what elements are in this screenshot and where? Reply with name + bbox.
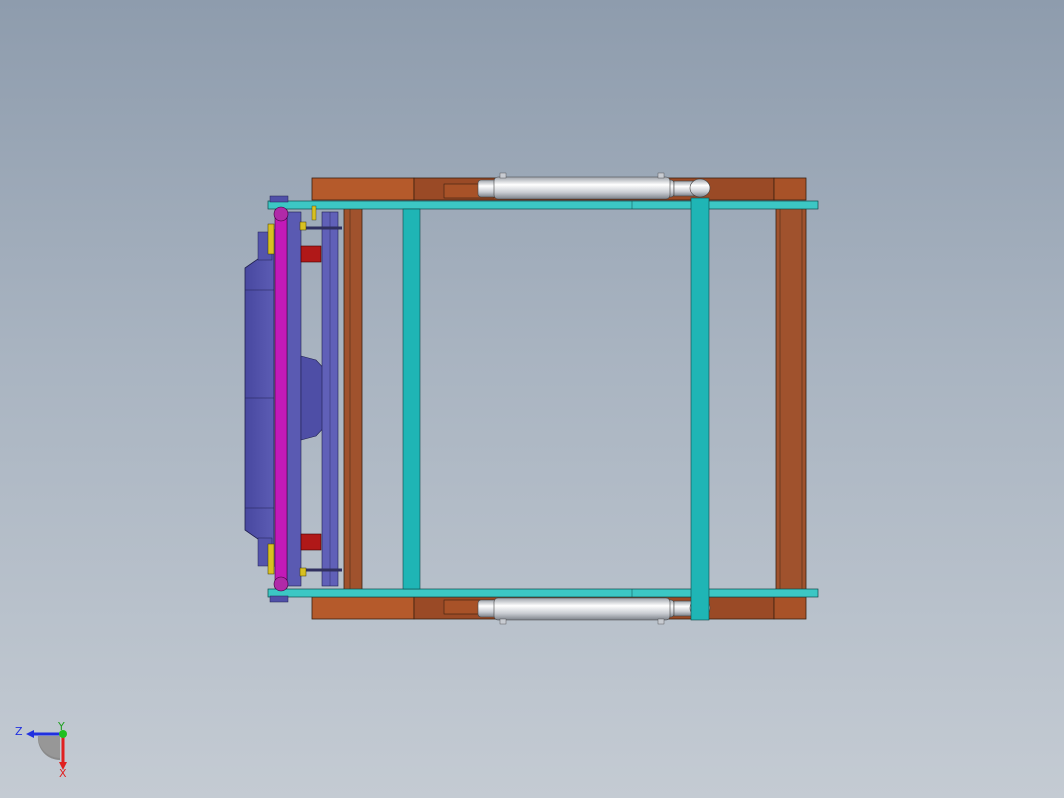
- right-end-beam: [775, 205, 807, 591]
- z-axis-label: Z: [15, 725, 23, 738]
- magenta-shaft: [274, 209, 288, 589]
- y-axis-label: Y: [57, 720, 65, 733]
- red-block-bottom: [300, 533, 322, 551]
- bottom-cyan-rail: [267, 588, 819, 598]
- cad-viewport[interactable]: Z Y X: [0, 0, 1064, 798]
- top-cyan-rail: [267, 200, 819, 210]
- top-hydraulic-cylinder: [477, 172, 711, 200]
- red-block-top: [300, 245, 322, 263]
- assembly-model[interactable]: [244, 172, 819, 625]
- cyan-rod-right: [690, 197, 710, 621]
- bottom-hydraulic-cylinder: [477, 597, 711, 625]
- left-end-beam: [343, 205, 363, 591]
- cyan-rod-left: [402, 208, 421, 590]
- orientation-triad[interactable]: Z Y X: [15, 720, 67, 780]
- x-axis-label: X: [59, 767, 67, 780]
- blue-housing: [244, 211, 339, 587]
